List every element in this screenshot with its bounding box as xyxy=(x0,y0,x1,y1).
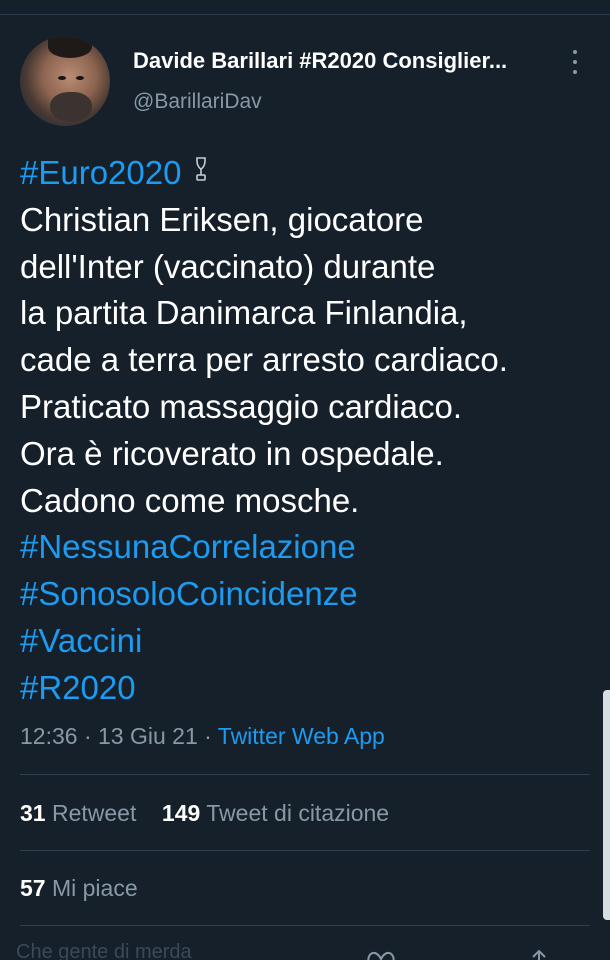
tweet-screen: Davide Barillari #R2020 Consiglier... @B… xyxy=(0,0,610,960)
trophy-icon xyxy=(193,148,209,195)
hashtag-link[interactable]: #SonosoloCoincidenze xyxy=(20,571,595,618)
divider xyxy=(20,850,590,851)
likes-count: 57 xyxy=(20,875,46,901)
user-handle[interactable]: @BarillariDav xyxy=(133,90,262,114)
top-divider xyxy=(0,14,610,15)
hashtag-link[interactable]: #Euro2020 xyxy=(20,154,181,191)
retweets-stat[interactable]: 31 Retweet xyxy=(20,800,136,826)
more-options-icon[interactable] xyxy=(568,50,582,74)
share-icon[interactable] xyxy=(524,949,554,960)
tweet-source-link[interactable]: Twitter Web App xyxy=(218,723,385,749)
tweet-line-hashtag: #Euro2020 xyxy=(20,150,595,197)
likes-stat[interactable]: 57 Mi piace xyxy=(20,875,138,902)
tweet-line: Praticato massaggio cardiaco. xyxy=(20,387,463,425)
heart-icon[interactable] xyxy=(366,949,396,960)
retweets-count: 31 xyxy=(20,800,46,826)
avatar[interactable] xyxy=(20,36,110,126)
scrollbar[interactable] xyxy=(603,690,610,920)
tweet-time: 12:36 xyxy=(20,723,78,749)
tweet-date: 13 Giu 21 xyxy=(98,723,198,749)
quotes-count: 149 xyxy=(161,800,201,826)
meta-separator: · xyxy=(197,723,218,749)
display-name[interactable]: Davide Barillari #R2020 Consiglier... xyxy=(133,48,507,74)
meta-separator: · xyxy=(77,723,99,749)
hashtag-link[interactable]: #R2020 xyxy=(20,665,595,712)
tweet-meta: 12:36 · 13 Giu 21 · Twitter Web App xyxy=(20,723,385,750)
tweet-line: dell'Inter (vaccinato) durante xyxy=(20,247,436,285)
tweet-line: Christian Eriksen, giocatore xyxy=(20,200,424,238)
tweet-line: Cadono come mosche. xyxy=(20,481,360,519)
reply-preview[interactable]: Che gente di merda xyxy=(0,935,610,960)
hashtag-link[interactable]: #Vaccini xyxy=(20,618,595,665)
quotes-stat[interactable]: 149 Tweet di citazione xyxy=(162,800,389,826)
divider xyxy=(20,774,590,775)
divider xyxy=(20,925,590,926)
tweet-line: Ora è ricoverato in ospedale. xyxy=(20,434,444,472)
tweet-text: #Euro2020 Christian Eriksen, giocatore d… xyxy=(20,150,595,712)
quotes-label: Tweet di citazione xyxy=(206,800,390,826)
likes-label: Mi piace xyxy=(51,875,138,901)
reply-text: Che gente di merda xyxy=(16,941,192,960)
tweet-line: la partita Danimarca Finlandia, xyxy=(20,294,468,332)
retweet-stats: 31 Retweet 149 Tweet di citazione xyxy=(20,800,389,827)
tweet-line: cade a terra per arresto cardiaco. xyxy=(20,341,508,379)
hashtag-link[interactable]: #NessunaCorrelazione xyxy=(20,524,595,571)
retweets-label: Retweet xyxy=(51,800,137,826)
